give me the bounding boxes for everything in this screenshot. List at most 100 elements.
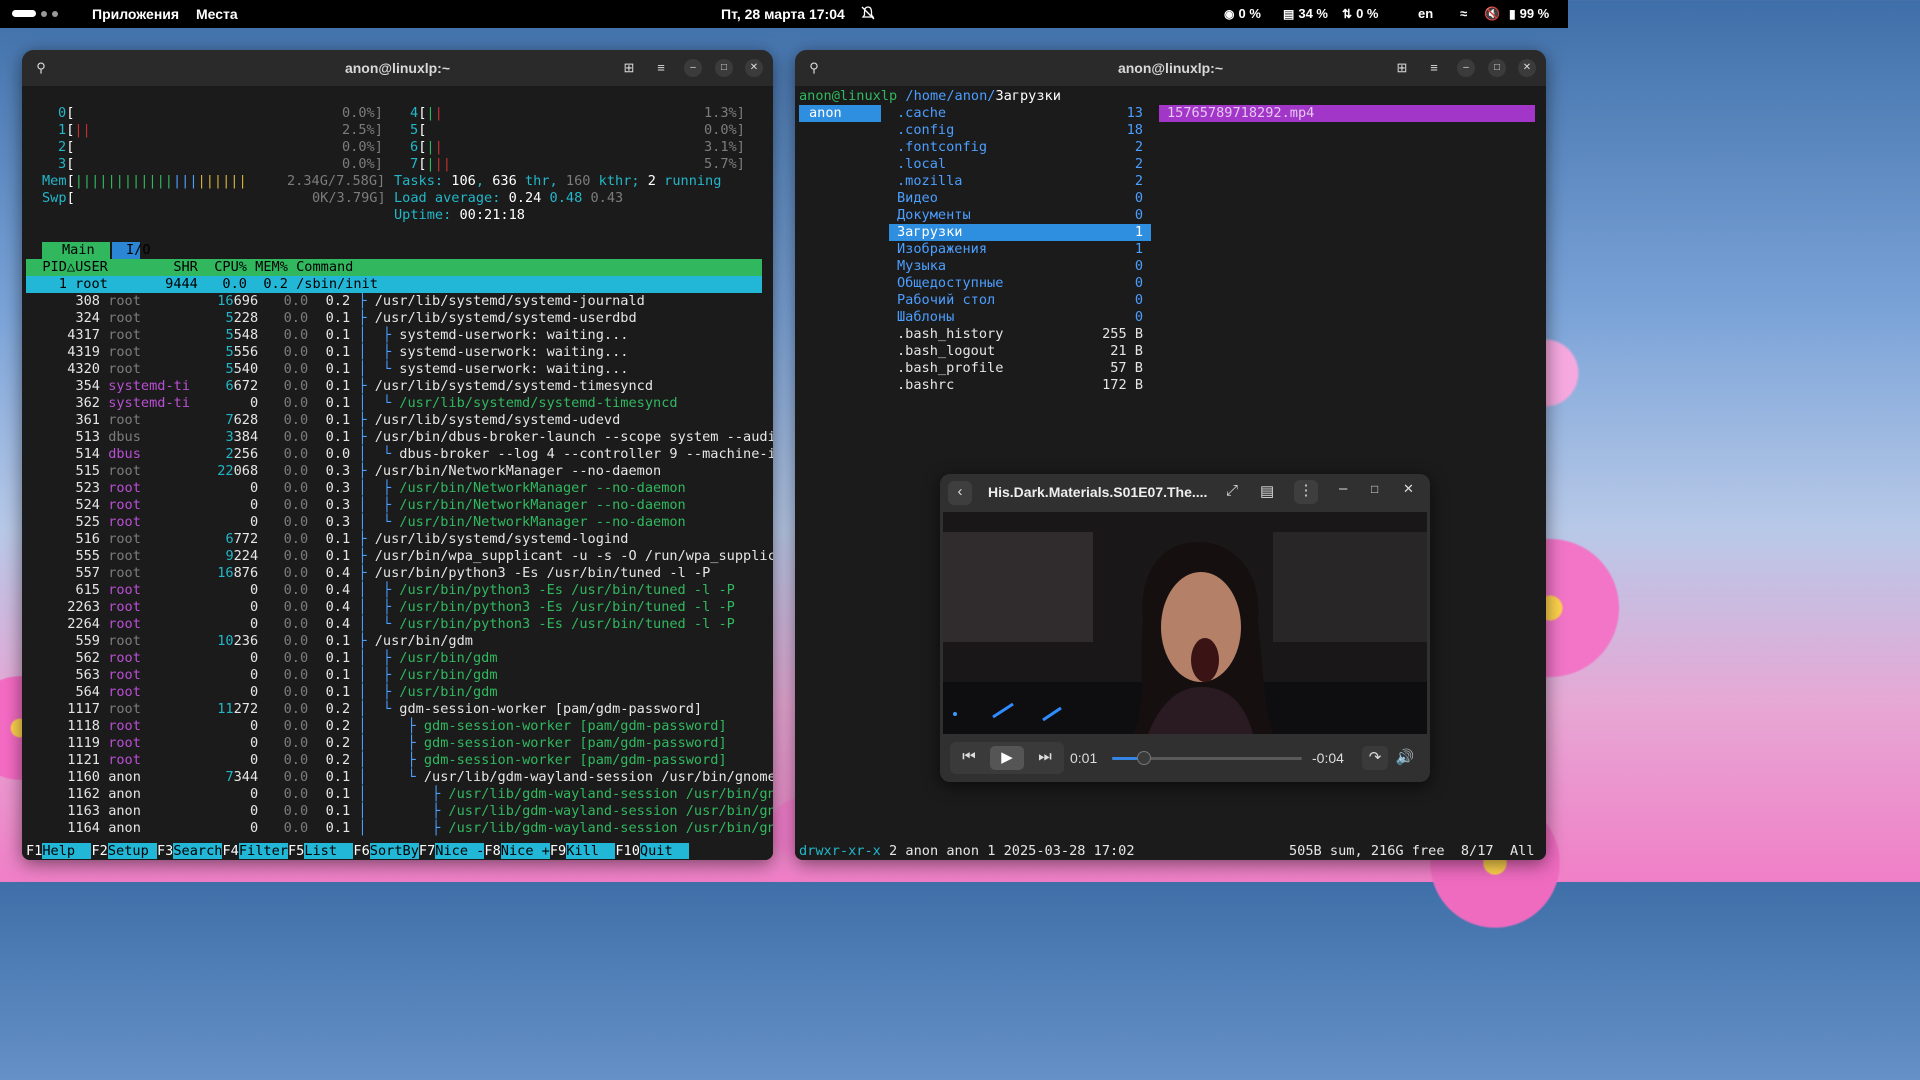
file-entry[interactable]: .bashrc 172 B [889, 377, 1151, 394]
minimize-button[interactable]: – [1339, 480, 1347, 497]
minimize-button[interactable]: – [1457, 59, 1475, 77]
menu-icon[interactable]: ≡ [1425, 59, 1443, 77]
fkey-f3[interactable]: F3 [157, 843, 173, 859]
workspace-dot[interactable] [41, 10, 47, 17]
fkey-label[interactable]: Nice + [500, 843, 550, 859]
play-button[interactable]: ▶ [990, 746, 1024, 770]
process-table-header[interactable]: PID△USER SHR CPU% MEM% Command [26, 259, 762, 276]
process-row[interactable]: 1160 anon 7344 0.0 0.1 │ └ /usr/lib/gdm-way… [26, 769, 773, 786]
tab-io[interactable]: I/O [112, 242, 151, 259]
file-entry[interactable]: Общедоступные 0 [889, 275, 1151, 292]
process-row[interactable]: 563 root 0 0.0 0.1 │ ├ /usr/bin/gdm [26, 667, 497, 684]
process-row[interactable]: 562 root 0 0.0 0.1 │ ├ /usr/bin/gdm [26, 650, 497, 667]
seek-handle[interactable] [1137, 751, 1152, 765]
htop-terminal-window[interactable]: ⚲ anon@linuxlp:~ ⊞ ≡ – □ ✕ 0[0.0%] 1[|| 2.… [22, 50, 773, 860]
fkey-label[interactable]: SortBy [369, 843, 419, 859]
process-row[interactable]: 1162 anon 0 0.0 0.1 │ ├ /usr/lib/gdm-waylan… [26, 786, 773, 803]
fullscreen-icon[interactable]: ⤢ [1226, 482, 1238, 499]
keyboard-layout[interactable]: en [1418, 6, 1433, 21]
process-row[interactable]: 1119 root 0 0.0 0.2 │ ├ gdm-session-worker … [26, 735, 726, 752]
fkey-f7[interactable]: F7 [419, 843, 435, 859]
tab-main[interactable]: Main [42, 242, 110, 259]
process-row[interactable]: 615 root 0 0.0 0.4 │ ├ /usr/bin/python3 -Es… [26, 582, 734, 599]
file-entry[interactable]: .config 18 [889, 122, 1151, 139]
fkey-label[interactable]: Kill [566, 843, 616, 859]
fkey-f10[interactable]: F10 [615, 843, 640, 859]
memory-indicator[interactable]: ▤ 34 % [1283, 6, 1328, 21]
workspace-active[interactable] [12, 10, 36, 17]
new-tab-icon[interactable]: ⊞ [620, 59, 638, 77]
close-button[interactable]: ✕ [1518, 59, 1536, 77]
fkey-label[interactable]: Filter [238, 843, 288, 859]
repeat-icon[interactable]: ↷ [1362, 746, 1388, 770]
fkey-f4[interactable]: F4 [222, 843, 238, 859]
process-row[interactable]: 515 root 22068 0.0 0.3 ├ /usr/bin/NetworkMa… [26, 463, 661, 480]
process-row[interactable]: 4319 root 5556 0.0 0.1 │ ├ systemd-userwork… [26, 344, 628, 361]
process-row[interactable]: 1121 root 0 0.0 0.2 │ ├ gdm-session-worker … [26, 752, 726, 769]
file-entry[interactable]: Изображения 1 [889, 241, 1151, 258]
clock[interactable]: Пт, 28 марта 17:04 [721, 6, 845, 22]
battery-indicator[interactable]: ▮ 99 % [1509, 6, 1549, 21]
process-row[interactable]: 324 root 5228 0.0 0.1 ├ /usr/lib/systemd/sy… [26, 310, 636, 327]
fkey-f8[interactable]: F8 [484, 843, 500, 859]
process-row[interactable]: 354 systemd-ti 6672 0.0 0.1 ├ /usr/lib/syst… [26, 378, 653, 395]
process-row[interactable]: 1163 anon 0 0.0 0.1 │ ├ /usr/lib/gdm-waylan… [26, 803, 773, 820]
process-row[interactable]: 4317 root 5548 0.0 0.1 │ ├ systemd-userwork… [26, 327, 628, 344]
close-button[interactable]: ✕ [745, 59, 763, 77]
network-indicator[interactable]: ⇅ 0 % [1342, 6, 1378, 21]
htop-screen[interactable]: 0[0.0%] 1[|| 2.5%] 2[0.0%] 3[0.0%] 4[|| 1.3%] 5… [22, 86, 773, 860]
dnd-bell-icon[interactable] [861, 6, 875, 23]
file-entry[interactable]: .local 2 [889, 156, 1151, 173]
fkey-label[interactable]: List [304, 843, 354, 859]
process-row[interactable]: 1118 root 0 0.0 0.2 │ ├ gdm-session-worker … [26, 718, 726, 735]
parent-column-entry[interactable]: anon [799, 105, 881, 122]
fkey-f9[interactable]: F9 [550, 843, 566, 859]
file-entry[interactable]: Загрузки 1 [889, 224, 1151, 241]
process-row[interactable]: 524 root 0 0.0 0.3 │ ├ /usr/bin/NetworkMana… [26, 497, 685, 514]
maximize-button[interactable]: □ [1488, 59, 1506, 77]
process-row[interactable]: 513 dbus 3384 0.0 0.1 ├ /usr/bin/dbus-broke… [26, 429, 773, 446]
process-row[interactable]: 2264 root 0 0.0 0.4 │ └ /usr/bin/python3 -E… [26, 616, 735, 633]
minimize-button[interactable]: – [684, 59, 702, 77]
file-entry[interactable]: Шаблоны 0 [889, 309, 1151, 326]
maximize-button[interactable]: □ [1371, 482, 1378, 496]
menu-icon[interactable]: ≡ [652, 59, 670, 77]
process-row[interactable]: 525 root 0 0.0 0.3 │ └ /usr/bin/NetworkMana… [26, 514, 685, 531]
places-menu[interactable]: Места [196, 6, 238, 22]
process-row[interactable]: 1117 root 11272 0.0 0.2 │ └ gdm-session-wor… [26, 701, 702, 718]
process-row[interactable]: 1164 anon 0 0.0 0.1 │ ├ /usr/lib/gdm-waylan… [26, 820, 773, 837]
workspace-dot[interactable] [52, 10, 58, 17]
workspace-indicator[interactable] [12, 10, 58, 17]
process-row[interactable]: 361 root 7628 0.0 0.1 ├ /usr/lib/systemd/sy… [26, 412, 620, 429]
process-row[interactable]: 308 root 16696 0.0 0.2 ├ /usr/lib/systemd/s… [26, 293, 644, 310]
more-menu-icon[interactable]: ⋮ [1294, 480, 1318, 504]
video-frame[interactable] [943, 512, 1427, 734]
wifi-icon[interactable]: ≈ [1460, 6, 1467, 21]
process-row[interactable]: 514 dbus 2256 0.0 0.0 │ └ dbus-broker --log… [26, 446, 773, 463]
process-row[interactable]: 523 root 0 0.0 0.3 │ ├ /usr/bin/NetworkMana… [26, 480, 685, 497]
fkey-label[interactable]: Setup [107, 843, 157, 859]
preview-file-entry[interactable]: 15765789718292.mp4 [1159, 105, 1535, 122]
fkey-f6[interactable]: F6 [353, 843, 369, 859]
process-row[interactable]: 2263 root 0 0.0 0.4 │ ├ /usr/bin/python3 -E… [26, 599, 735, 616]
new-tab-icon[interactable]: ⊞ [1393, 59, 1411, 77]
file-entry[interactable]: Рабочий стол 0 [889, 292, 1151, 309]
fkey-f2[interactable]: F2 [91, 843, 107, 859]
file-entry[interactable]: .fontconfig 2 [889, 139, 1151, 156]
fkey-label[interactable]: Quit [639, 843, 690, 859]
close-button[interactable]: ✕ [1403, 481, 1414, 497]
file-entry[interactable]: .bash_logout 21 B [889, 343, 1151, 360]
back-button[interactable]: ‹ [948, 481, 972, 505]
fkey-f5[interactable]: F5 [288, 843, 304, 859]
htop-titlebar[interactable]: ⚲ anon@linuxlp:~ ⊞ ≡ – □ ✕ [22, 50, 773, 86]
previous-icon[interactable]: ⏮ [956, 748, 982, 765]
fkey-label[interactable]: Nice - [435, 843, 485, 859]
fkey-f1[interactable]: F1 [26, 843, 42, 859]
process-row[interactable]: 516 root 6772 0.0 0.1 ├ /usr/lib/systemd/sy… [26, 531, 628, 548]
fkey-label[interactable]: Help [42, 843, 92, 859]
process-row[interactable]: 362 systemd-ti 0 0.0 0.1 │ └ /usr/lib/syste… [26, 395, 677, 412]
file-entry[interactable]: .bash_profile 57 B [889, 360, 1151, 377]
maximize-button[interactable]: □ [715, 59, 733, 77]
video-player-window[interactable]: ‹ His.Dark.Materials.S01E07.The.... ⤢ ▤ … [940, 474, 1430, 782]
file-entry[interactable]: Музыка 0 [889, 258, 1151, 275]
